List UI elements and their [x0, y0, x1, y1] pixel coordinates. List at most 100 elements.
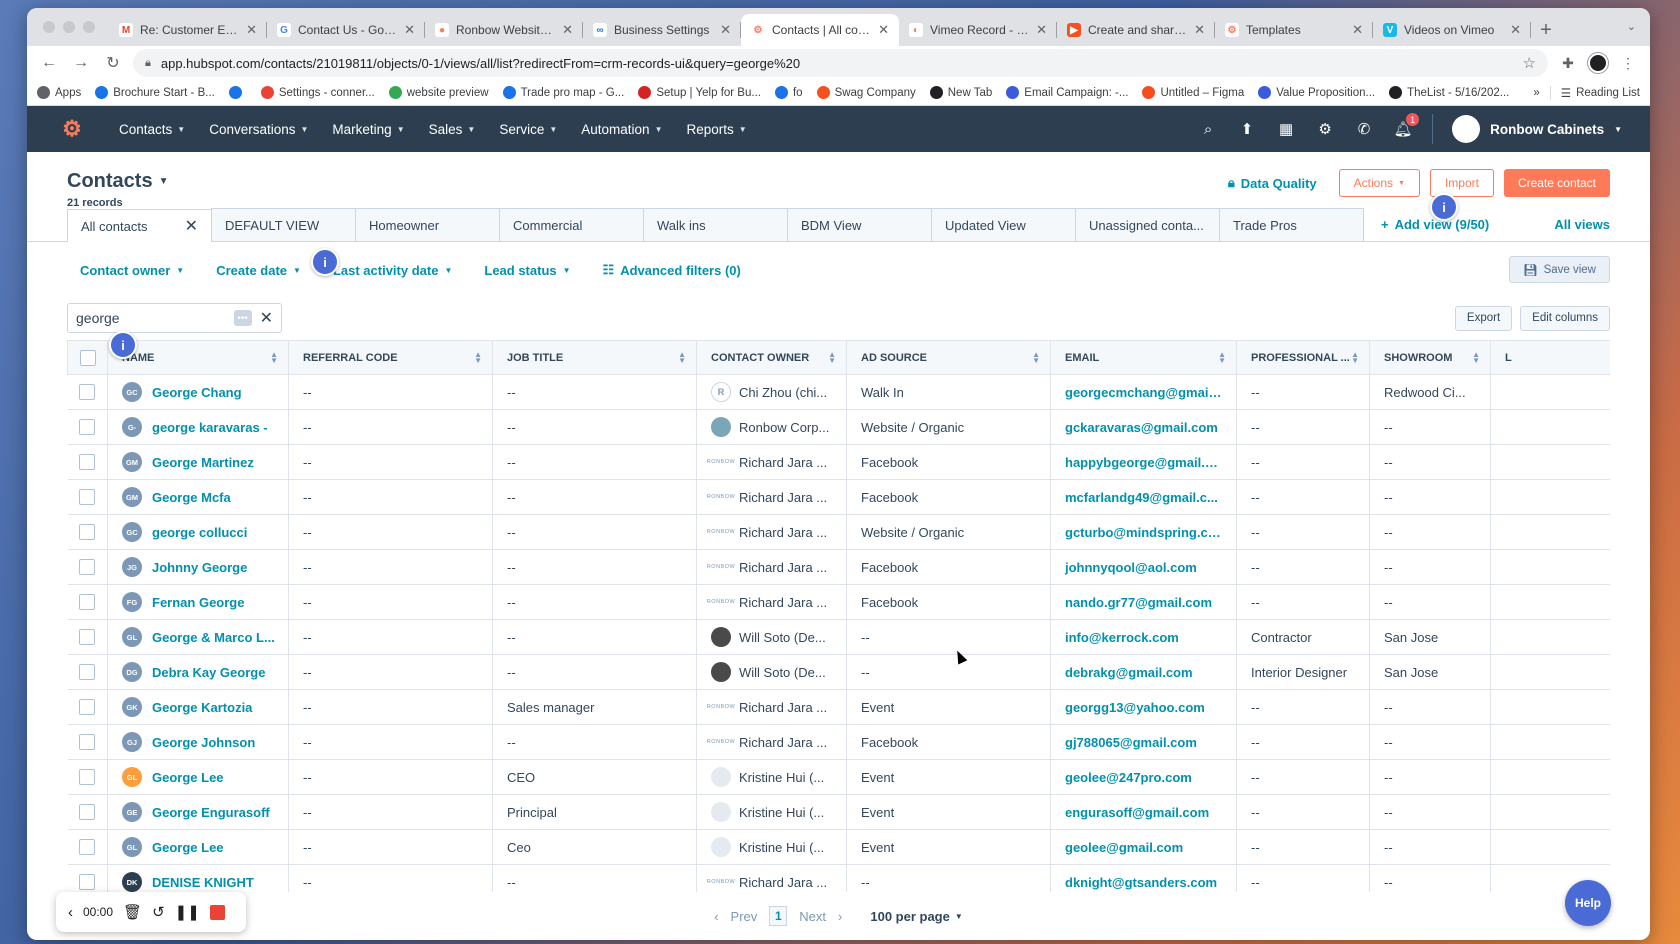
row-checkbox[interactable]	[79, 594, 96, 611]
filter-dropdown[interactable]: Last activity date ▼	[333, 263, 452, 278]
contact-name-link[interactable]: DENISE KNIGHT	[152, 875, 254, 890]
actions-button[interactable]: Actions ▼	[1338, 169, 1420, 197]
contact-name-link[interactable]: George Martinez	[152, 455, 254, 470]
nav-menu-marketing[interactable]: Marketing ▼	[320, 122, 416, 137]
contact-name-link[interactable]: George Engurasoff	[152, 805, 270, 820]
view-tab[interactable]: Homeowner	[355, 208, 500, 241]
email-link[interactable]: info@kerrock.com	[1050, 619, 1237, 655]
email-link[interactable]: georgg13@yahoo.com	[1050, 689, 1237, 725]
email-link[interactable]: gj788065@gmail.com	[1050, 724, 1237, 760]
bookmark-item[interactable]: Untitled – Figma	[1142, 86, 1244, 99]
sort-arrows-icon[interactable]: ▲ ▼	[1032, 351, 1040, 365]
contact-name-link[interactable]: Johnny George	[152, 560, 247, 575]
close-tab-x-icon[interactable]: ✕	[404, 22, 415, 38]
email-link[interactable]: engurasoff@gmail.com	[1050, 794, 1237, 830]
bookmark-item[interactable]: TheList - 5/16/202...	[1389, 86, 1509, 99]
sort-arrows-icon[interactable]: ▲ ▼	[474, 351, 482, 365]
reload-icon[interactable]: ↻	[101, 51, 125, 75]
column-header[interactable]: Professional ... ▲ ▼	[1236, 340, 1370, 375]
row-checkbox[interactable]	[79, 419, 96, 436]
contact-name-link[interactable]: George Chang	[152, 385, 242, 400]
nav-menu-reports[interactable]: Reports ▼	[674, 122, 758, 137]
email-link[interactable]: nando.gr77@gmail.com	[1050, 584, 1237, 620]
contact-name-link[interactable]: Fernan George	[152, 595, 244, 610]
search-input[interactable]: george ••• ✕	[67, 303, 282, 333]
browser-tab[interactable]: G Contact Us - Google ✕	[267, 14, 425, 46]
close-tab-x-icon[interactable]: ✕	[878, 22, 889, 38]
save-view-button[interactable]: 💾︎ Save view	[1508, 256, 1610, 283]
table-row[interactable]: DG Debra Kay George -- -- Will Soto (De... --…	[67, 654, 1610, 690]
close-tab-x-icon[interactable]: ✕	[1510, 22, 1521, 38]
bookmark-item[interactable]: fo	[774, 86, 803, 99]
row-checkbox[interactable]	[79, 629, 96, 646]
address-bar[interactable]: 🔒︎ app.hubspot.com/contacts/21019811/obj…	[133, 49, 1548, 77]
column-header[interactable]: Referral Code ▲ ▼	[288, 340, 493, 375]
table-row[interactable]: DK DENISE KNIGHT -- -- RONBOW Richard Jara ..…	[67, 864, 1610, 892]
bookmark-item[interactable]	[228, 86, 247, 99]
trash-icon[interactable]: 🗑︎	[123, 903, 142, 921]
export-button[interactable]: Export	[1454, 305, 1513, 331]
view-tab[interactable]: Trade Pros	[1219, 208, 1364, 241]
maximize-window-button[interactable]	[83, 21, 95, 33]
view-tab[interactable]: DEFAULT VIEW	[211, 208, 356, 241]
chevron-left-icon[interactable]: ‹	[68, 904, 73, 921]
minimize-window-button[interactable]	[63, 21, 75, 33]
table-row[interactable]: GM George Martinez -- -- RONBOW Richard Jara …	[67, 444, 1610, 480]
row-checkbox[interactable]	[79, 664, 96, 681]
close-window-button[interactable]	[43, 21, 55, 33]
email-link[interactable]: johnnyqool@aol.com	[1050, 549, 1237, 585]
data-quality-link[interactable]: 🔒︎ Data Quality	[1228, 175, 1317, 191]
browser-tab[interactable]: ⚙ Templates ✕	[1215, 14, 1373, 46]
view-tab[interactable]: Walk ins	[643, 208, 788, 241]
nav-menu-service[interactable]: Service ▼	[487, 122, 569, 137]
email-link[interactable]: gcturbo@mindspring.co...	[1050, 514, 1237, 550]
filter-dropdown[interactable]: Contact owner ▼	[80, 263, 184, 278]
browser-tab[interactable]: ▶ Create and share qu ✕	[1057, 14, 1215, 46]
sort-arrows-icon[interactable]: ▲ ▼	[828, 351, 836, 365]
column-header[interactable]: Showroom ▲ ▼	[1369, 340, 1491, 375]
contact-name-link[interactable]: George Mcfa	[152, 490, 231, 505]
contact-name-link[interactable]: George Lee	[152, 840, 224, 855]
table-row[interactable]: G-george karavaras - -- -- Ronbow Corp... We…	[67, 409, 1610, 445]
row-checkbox[interactable]	[79, 524, 96, 541]
onboarding-hint-bubble[interactable]: i	[1430, 193, 1458, 221]
bookmark-star-icon[interactable]: ☆	[1523, 54, 1536, 72]
reading-list-button[interactable]: ☰ Reading List	[1561, 86, 1640, 100]
back-arrow-icon[interactable]: ←	[37, 51, 61, 75]
table-row[interactable]: GL George & Marco L... -- -- Will Soto (De..…	[67, 619, 1610, 655]
next-page-button[interactable]: Next	[799, 909, 826, 924]
email-link[interactable]: geolee@247pro.com	[1050, 759, 1237, 795]
sort-arrows-icon[interactable]: ▲ ▼	[270, 351, 278, 365]
bookmark-item[interactable]: Brochure Start - B...	[95, 86, 215, 99]
create-contact-button[interactable]: Create contact	[1503, 169, 1610, 197]
contact-name-link[interactable]: George Lee	[152, 770, 224, 785]
view-tab[interactable]: Unassigned conta...	[1075, 208, 1220, 241]
row-checkbox[interactable]	[79, 559, 96, 576]
select-all-checkbox[interactable]	[79, 349, 96, 366]
close-view-x-icon[interactable]: ✕	[185, 216, 198, 236]
contact-name-link[interactable]: George Johnson	[152, 735, 255, 750]
more-dots-icon[interactable]: •••	[233, 310, 252, 326]
bookmark-item[interactable]: Value Proposition...	[1258, 86, 1375, 99]
row-checkbox[interactable]	[79, 454, 96, 471]
browser-tab[interactable]: ⚙ Contacts | All contac ✕	[741, 14, 899, 46]
onboarding-hint-bubble[interactable]: i	[311, 248, 339, 276]
account-menu[interactable]: Ronbow Cabinets ▼	[1452, 115, 1622, 143]
close-tab-x-icon[interactable]: ✕	[720, 22, 731, 38]
sort-arrows-icon[interactable]: ▲ ▼	[1472, 351, 1480, 365]
table-row[interactable]: GL George Lee -- Ceo Kristine Hui (... Event g…	[67, 829, 1610, 865]
filter-dropdown[interactable]: Lead status ▼	[484, 263, 570, 278]
prev-chevron-icon[interactable]: ‹	[714, 909, 718, 924]
view-tab[interactable]: All contacts ✕	[67, 209, 212, 242]
browser-tab[interactable]: ● Ronbow Website 2 ✕	[425, 14, 583, 46]
column-header[interactable]: Email ▲ ▼	[1050, 340, 1237, 375]
calling-phone-icon[interactable]: ✆	[1354, 119, 1374, 139]
hubspot-logo-icon[interactable]: ⚙	[59, 116, 85, 142]
row-checkbox[interactable]	[79, 839, 96, 856]
bookmark-item[interactable]: Swag Company	[816, 86, 916, 99]
stop-recording-icon[interactable]	[209, 904, 225, 920]
more-bookmarks-chevron-icon[interactable]: »	[1533, 87, 1539, 99]
table-row[interactable]: GJ George Johnson -- -- RONBOW Richard Jara .…	[67, 724, 1610, 760]
table-row[interactable]: FG Fernan George -- -- RONBOW Richard Jara ..…	[67, 584, 1610, 620]
nav-menu-conversations[interactable]: Conversations ▼	[197, 122, 320, 137]
